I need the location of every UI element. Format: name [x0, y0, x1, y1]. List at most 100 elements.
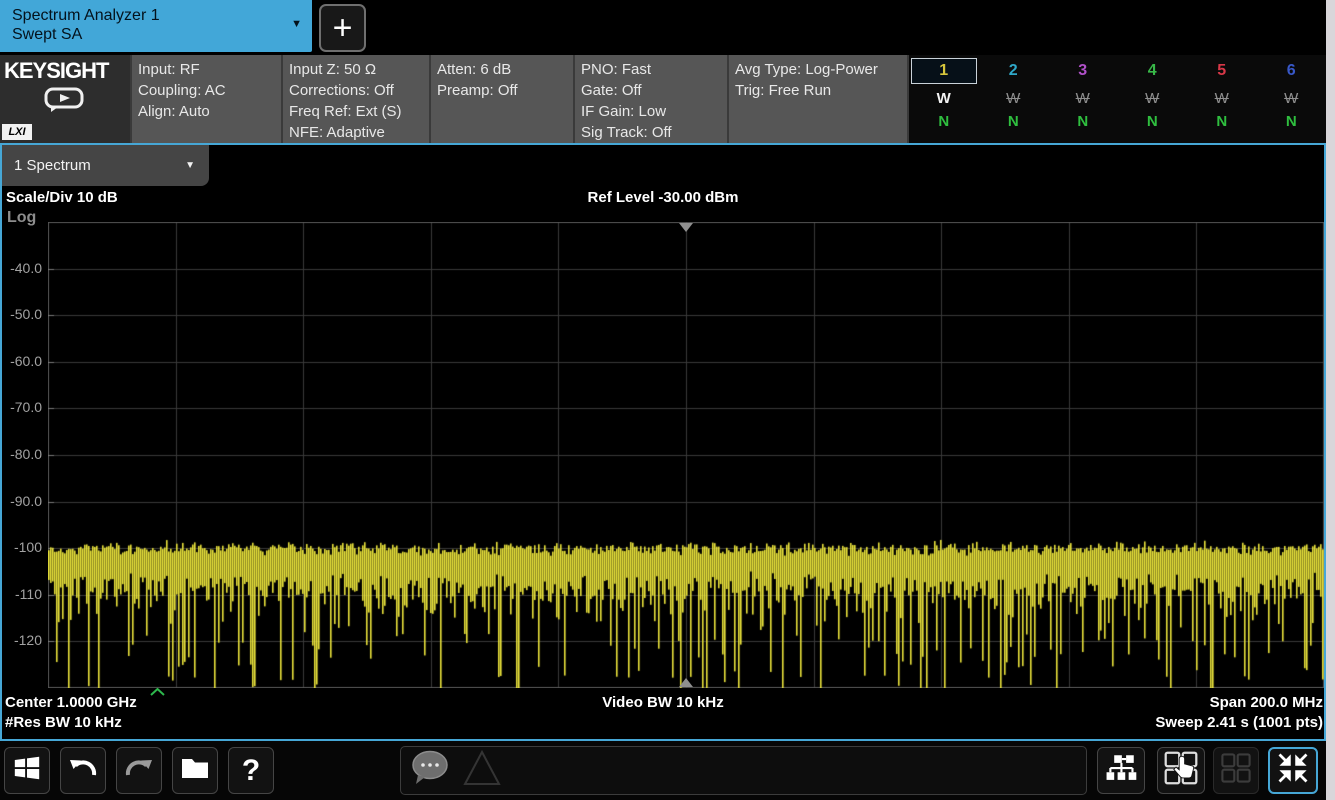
file-button[interactable]: [172, 747, 218, 794]
status-line: NFE: Adaptive: [289, 122, 429, 143]
chevron-down-icon: ▼: [185, 145, 195, 186]
measurement-selector[interactable]: 1 Spectrum ▼: [2, 145, 209, 186]
y-tick-label: -120: [0, 632, 42, 648]
y-tick-label: -40.0: [0, 260, 42, 276]
status-line: Preamp: Off: [437, 80, 573, 101]
res-bw-annotation[interactable]: #Res BW 10 kHz: [5, 714, 122, 731]
trace-type[interactable]: W: [1187, 84, 1257, 112]
status-col-atten: Atten: 6 dB Preamp: Off: [429, 55, 573, 143]
status-line: Trig: Free Run: [735, 80, 907, 101]
chat-ellipsis-icon: [409, 748, 451, 793]
status-line: Atten: 6 dB: [437, 59, 573, 80]
trace-cell-5[interactable]: 5 W N: [1187, 57, 1257, 143]
right-edge-scrollbar[interactable]: [1326, 0, 1335, 800]
trace-cell-3[interactable]: 3 W N: [1048, 57, 1118, 143]
windows-home-button[interactable]: [4, 747, 50, 794]
status-line: Align: Auto: [138, 101, 281, 122]
trace-number[interactable]: 3: [1050, 58, 1116, 84]
status-line: IF Gain: Low: [581, 101, 727, 122]
select-window-button[interactable]: [1157, 747, 1205, 794]
trace-update[interactable]: N: [1048, 112, 1118, 136]
brand-block: KEYSIGHT LXI: [0, 55, 130, 143]
tab-title: Spectrum Analyzer 1: [12, 6, 302, 25]
trace-number[interactable]: 5: [1189, 58, 1255, 84]
video-bw-annotation[interactable]: Video BW 10 kHz: [0, 694, 1326, 711]
undo-icon: [67, 752, 99, 789]
status-header: KEYSIGHT LXI Input: RF Coupling: AC Alig…: [0, 55, 1326, 143]
lxi-badge: LXI: [2, 124, 32, 140]
status-col-avg: Avg Type: Log-Power Trig: Free Run: [727, 55, 909, 143]
y-tick-label: -90.0: [0, 493, 42, 509]
tab-spectrum-analyzer-1[interactable]: Spectrum Analyzer 1 Swept SA ▼: [0, 0, 312, 52]
y-tick-label: -110: [0, 586, 42, 602]
screen-arrow-icon: [44, 87, 84, 118]
trace-update[interactable]: N: [1187, 112, 1257, 136]
trace-update[interactable]: N: [1118, 112, 1188, 136]
trace-update[interactable]: N: [979, 112, 1049, 136]
plus-icon: +: [333, 9, 353, 48]
status-col-input: Input: RF Coupling: AC Align: Auto: [130, 55, 281, 143]
trace-number[interactable]: 1: [911, 58, 977, 84]
grid-view-button[interactable]: [1213, 747, 1259, 794]
status-line: Freq Ref: Ext (S): [289, 101, 429, 122]
status-col-impedance: Input Z: 50 Ω Corrections: Off Freq Ref:…: [281, 55, 429, 143]
span-annotation[interactable]: Span 200.0 MHz: [1210, 694, 1323, 711]
trace-type[interactable]: W: [1118, 84, 1188, 112]
trace-type[interactable]: W: [1257, 84, 1327, 112]
y-axis-mode-label: Log: [7, 209, 36, 227]
help-button[interactable]: ?: [228, 747, 274, 794]
status-line: Input: RF: [138, 59, 281, 80]
trace-number[interactable]: 4: [1120, 58, 1186, 84]
status-line: Input Z: 50 Ω: [289, 59, 429, 80]
status-line: Corrections: Off: [289, 80, 429, 101]
grid-touch-icon: [1163, 750, 1199, 791]
status-line: Coupling: AC: [138, 80, 281, 101]
trace-type[interactable]: W: [1048, 84, 1118, 112]
keysight-logo: KEYSIGHT: [0, 55, 130, 84]
trace-cell-6[interactable]: 6 W N: [1257, 57, 1327, 143]
trace-number[interactable]: 2: [981, 58, 1047, 84]
y-tick-label: -50.0: [0, 306, 42, 322]
trace-cell-2[interactable]: 2 W N: [979, 57, 1049, 143]
tree-layout-icon: [1104, 752, 1138, 789]
trace-type[interactable]: W: [909, 84, 979, 112]
add-tab-button[interactable]: +: [319, 4, 366, 52]
ref-level-annotation[interactable]: Ref Level -30.00 dBm: [0, 189, 1326, 206]
y-tick-label: -80.0: [0, 446, 42, 462]
tab-dropdown-icon[interactable]: ▼: [291, 18, 302, 30]
trace-cell-1[interactable]: 1 W N: [909, 57, 979, 143]
undo-button[interactable]: [60, 747, 106, 794]
status-line: Sig Track: Off: [581, 122, 727, 143]
fullscreen-toggle-button[interactable]: [1268, 747, 1318, 794]
trace-update[interactable]: N: [1257, 112, 1327, 136]
trace-type[interactable]: W: [979, 84, 1049, 112]
y-tick-label: -70.0: [0, 399, 42, 415]
trace-cell-4[interactable]: 4 W N: [1118, 57, 1188, 143]
windows-icon: [12, 753, 42, 788]
trace-number[interactable]: 6: [1259, 58, 1325, 84]
trace-update[interactable]: N: [909, 112, 979, 136]
sweep-annotation[interactable]: Sweep 2.41 s (1001 pts): [1155, 714, 1323, 731]
status-line: Avg Type: Log-Power: [735, 59, 907, 80]
message-panel[interactable]: [400, 746, 1087, 795]
tab-subtitle: Swept SA: [12, 25, 302, 44]
ref-level-marker-icon[interactable]: [679, 223, 693, 232]
spectrum-trace-canvas[interactable]: [48, 222, 1324, 688]
collapse-arrows-icon: [1275, 750, 1311, 791]
window-layout-button[interactable]: [1097, 747, 1145, 794]
tab-bar: Spectrum Analyzer 1 Swept SA ▼ +: [0, 0, 1326, 55]
status-col-pno: PNO: Fast Gate: Off IF Gain: Low Sig Tra…: [573, 55, 727, 143]
measurement-selector-label: 1 Spectrum: [14, 157, 91, 174]
y-tick-label: -60.0: [0, 353, 42, 369]
grid-2x2-icon: [1219, 751, 1253, 790]
trace-panel: 1 W N 2 W N 3 W N 4 W N 5 W N 6 W N: [909, 55, 1326, 143]
help-icon: ?: [242, 754, 260, 788]
status-line: Gate: Off: [581, 80, 727, 101]
redo-button[interactable]: [116, 747, 162, 794]
ghost-triangle-icon: [461, 748, 503, 793]
redo-icon: [123, 752, 155, 789]
folder-icon: [179, 752, 211, 789]
status-line: PNO: Fast: [581, 59, 727, 80]
center-freq-marker-icon: [679, 678, 693, 687]
y-tick-label: -100: [0, 539, 42, 555]
